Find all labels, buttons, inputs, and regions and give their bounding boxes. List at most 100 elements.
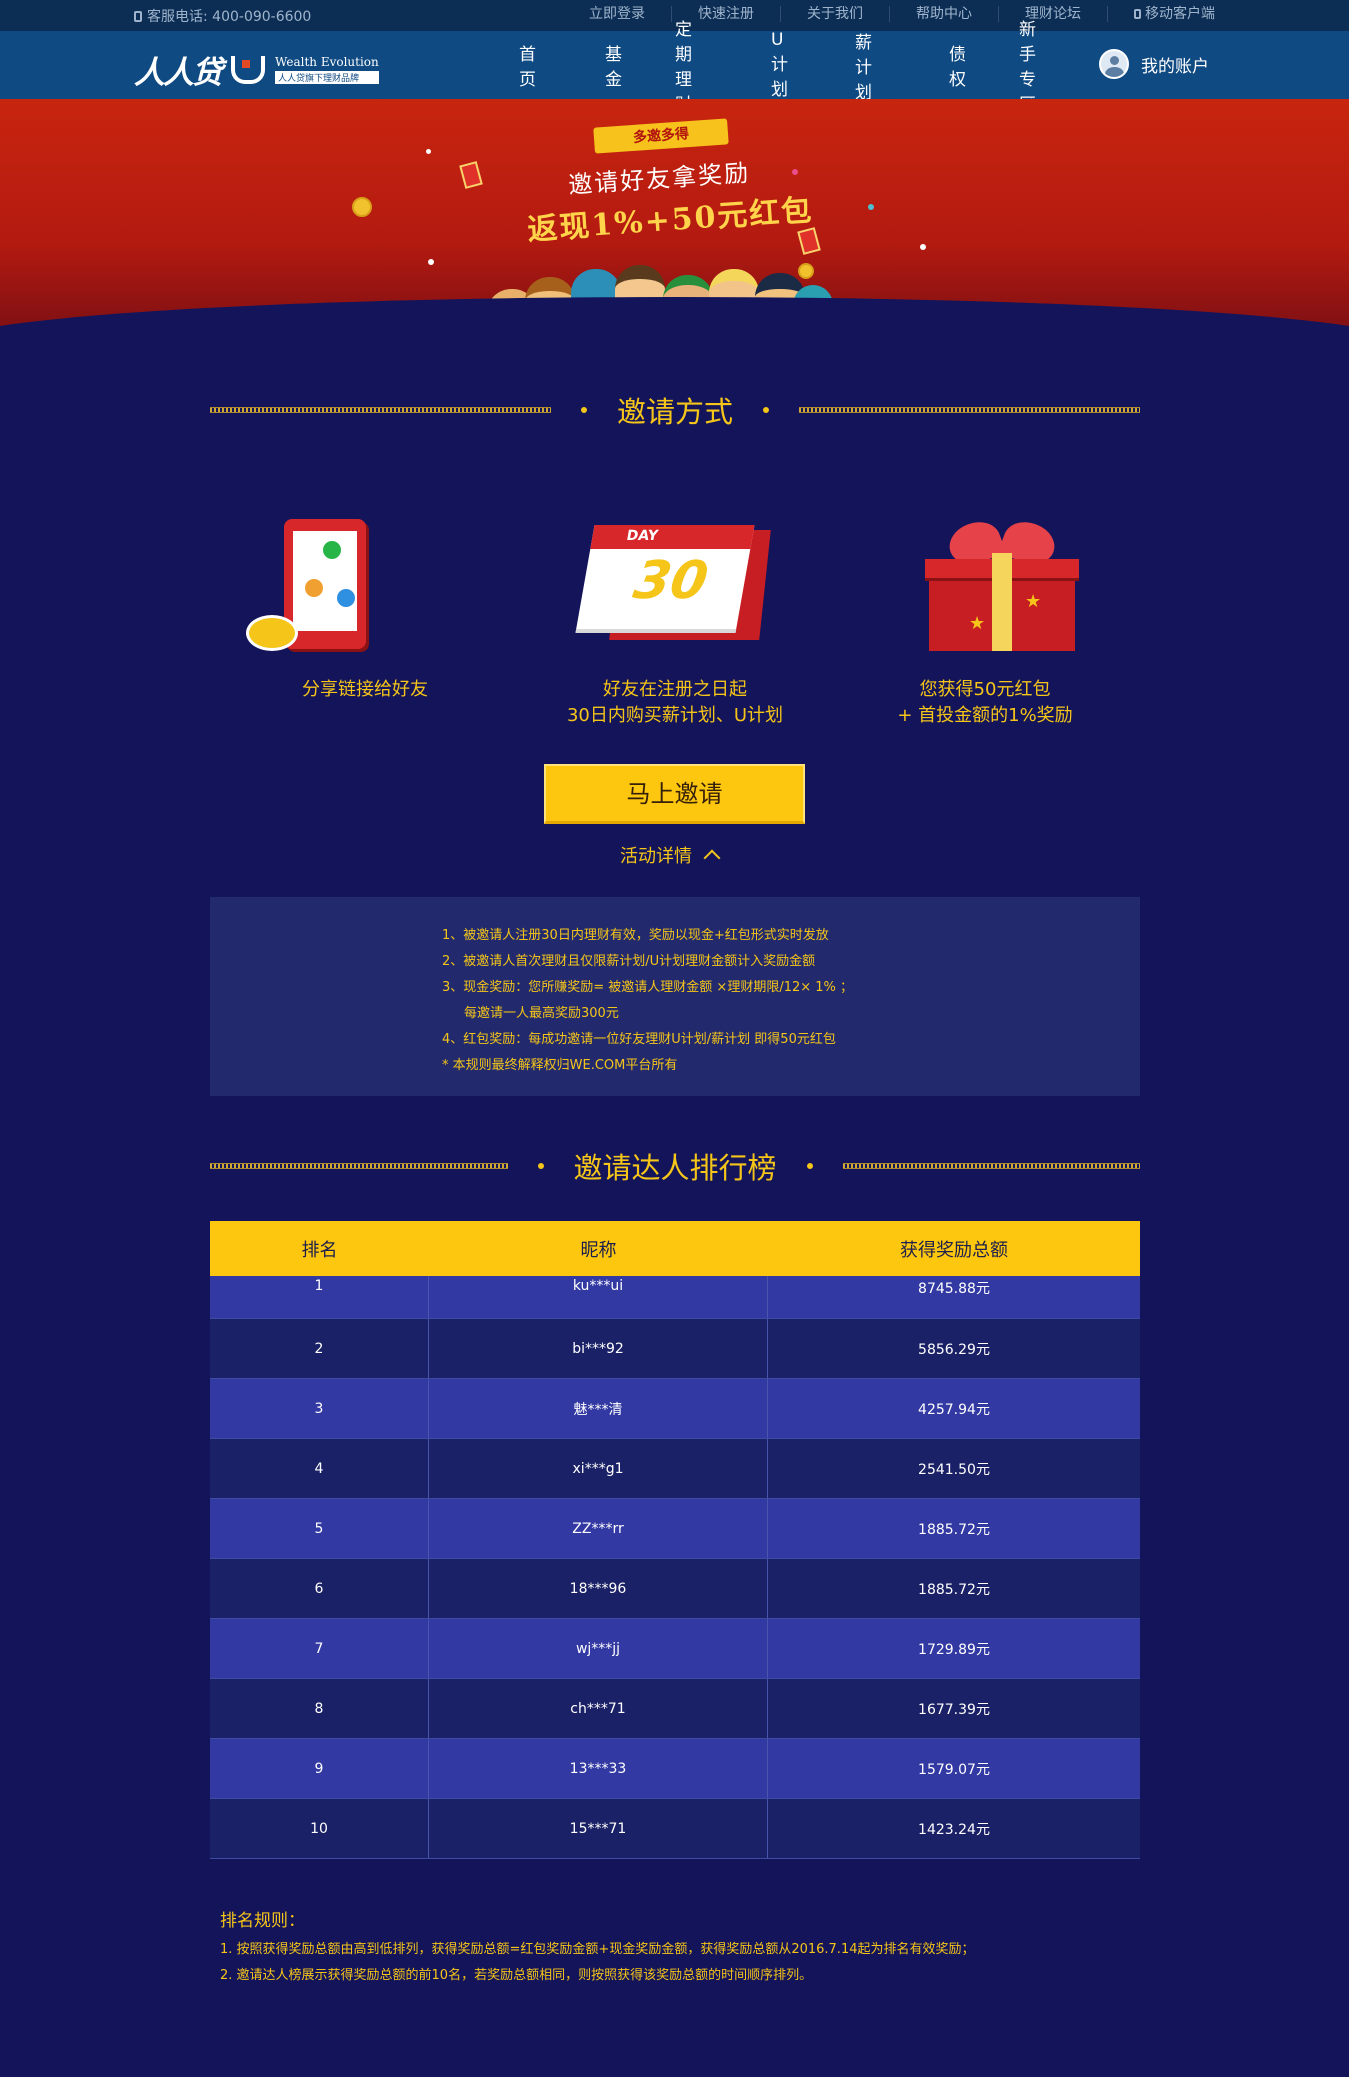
heading-bullet	[537, 1163, 544, 1169]
rank-cell: 7	[210, 1619, 429, 1678]
reward-cell: 1729.89元	[918, 1641, 990, 1658]
rule-line: * 本规则最终解释权归WE.COM平台所有	[442, 1058, 678, 1073]
help-link[interactable]: 帮助中心	[890, 6, 999, 22]
logo-en: Wealth Evolution	[275, 55, 379, 69]
promo-banner: 多邀多得 邀请好友拿奖励 返现1%+50元红包	[0, 99, 1349, 339]
reward-cell: 1423.24元	[918, 1821, 990, 1838]
rule-line: 4、红包奖励：每成功邀请一位好友理财U计划/薪计划 即得50元红包	[442, 1032, 836, 1047]
nickname-cell: ZZ***rr	[429, 1499, 768, 1558]
ranking-rule-line: 1. 按照获得奖励总额由高到低排列，获得奖励总额=红包奖励金额+现金奖励金额，获…	[220, 1942, 975, 1957]
about-link[interactable]: 关于我们	[781, 6, 890, 22]
nav-item-salary-plan[interactable]: 薪计划	[855, 28, 872, 103]
nickname-cell: ku***ui	[429, 1276, 768, 1318]
rank-cell: 1	[210, 1276, 429, 1318]
login-link[interactable]: 立即登录	[563, 6, 672, 22]
nav-item-debt[interactable]: 债权	[949, 40, 966, 90]
nav-item-home[interactable]: 首页	[519, 40, 536, 90]
table-row: 2 bi***92 5856.29元	[210, 1319, 1140, 1379]
nickname-cell: 魅***清	[429, 1379, 768, 1438]
calendar-header: DAY	[590, 525, 755, 549]
rank-cell: 3	[210, 1379, 429, 1438]
table-body: 1 ku***ui 8745.88元 2 bi***92 5856.29元 3 魅***清 42…	[210, 1276, 1140, 1859]
main-nav: 人人贷 Wealth Evolution 人人贷旗下理财品牌 首页 基金 定期理…	[0, 20, 1349, 115]
reward-cell: 1885.72元	[918, 1521, 990, 1538]
hotline-text: 客服电话: 400-090-6600	[147, 9, 312, 25]
reward-cell: 1885.72元	[918, 1581, 990, 1598]
banner-curve	[0, 297, 1349, 339]
account-label: 我的账户	[1141, 56, 1209, 77]
activity-rules-panel: 1、被邀请人注册30日内理财有效，奖励以现金+红包形式实时发放 2、被邀请人首次…	[210, 897, 1140, 1096]
calendar-page: DAY 30	[575, 525, 755, 633]
table-row: 8 ch***71 1677.39元	[210, 1679, 1140, 1739]
confetti-dot	[868, 204, 874, 210]
qq-icon	[337, 589, 355, 607]
step-caption-line: 分享链接给好友	[302, 679, 428, 700]
ranking-rule-line: 2. 邀请达人榜展示获得奖励总额的前10名，若奖励总额相同，则按照获得该奖励总额…	[220, 1968, 813, 1983]
gift-illustration: ★ ★	[925, 515, 1079, 651]
nav-item-fund[interactable]: 基金	[605, 40, 622, 90]
mobile-client-link[interactable]: 移动客户端	[1108, 6, 1215, 22]
rank-cell: 5	[210, 1499, 429, 1558]
calendar-icon: DAY 30	[520, 505, 830, 665]
reward-cell: 1677.39元	[918, 1701, 990, 1718]
wechat-icon	[323, 541, 341, 559]
activity-details-label: 活动详情	[620, 846, 692, 867]
phone-icon	[134, 10, 142, 22]
step-caption: 您获得50元红包 + 首投金额的1%奖励	[830, 677, 1140, 729]
table-row: 4 xi***g1 2541.50元	[210, 1439, 1140, 1499]
column-header-nickname: 昵称	[580, 1239, 617, 1261]
rank-cell: 2	[210, 1319, 429, 1378]
star-icon: ★	[969, 613, 986, 634]
coin-icon	[352, 197, 372, 217]
ranking-rules-title: 排名规则：	[220, 1911, 305, 1931]
logo-tagline: Wealth Evolution 人人贷旗下理财品牌	[275, 55, 379, 84]
activity-details-toggle[interactable]: 活动详情	[620, 842, 721, 868]
heading-rule	[210, 407, 551, 413]
table-row: 7 wj***jj 1729.89元	[210, 1619, 1140, 1679]
invite-now-button[interactable]: 马上邀请	[544, 764, 805, 824]
table-row: 1 ku***ui 8745.88元	[210, 1276, 1140, 1319]
rule-line: 1、被邀请人注册30日内理财有效，奖励以现金+红包形式实时发放	[442, 928, 829, 943]
column-header-reward-total: 获得奖励总额	[900, 1239, 1008, 1261]
table-row: 9 13***33 1579.07元	[210, 1739, 1140, 1799]
confetti-dot	[426, 149, 431, 154]
logo[interactable]: 人人贷 Wealth Evolution 人人贷旗下理财品牌	[134, 47, 379, 92]
reward-cell: 8745.88元	[918, 1281, 990, 1297]
rank-cell: 6	[210, 1559, 429, 1618]
confetti-dot	[920, 244, 926, 250]
table-row: 10 15***71 1423.24元	[210, 1799, 1140, 1859]
chevron-up-icon	[703, 849, 721, 867]
step-share: 分享链接给好友	[210, 505, 520, 703]
step-caption: 分享链接给好友	[210, 677, 520, 703]
reward-cell: 1579.07元	[918, 1761, 990, 1778]
reward-cell: 2541.50元	[918, 1461, 990, 1478]
rule-line: 3、现金奖励：您所赚奖励= 被邀请人理财金额 ×理财期限/12× 1% ；	[442, 980, 854, 995]
account-menu[interactable]: 我的账户	[1099, 49, 1209, 79]
hotline: 客服电话: 400-090-6600	[134, 6, 311, 26]
heading-bullet	[806, 1163, 813, 1169]
avatar	[1099, 49, 1129, 79]
chat-bubble-icon	[246, 615, 298, 651]
calendar-day-label: DAY	[625, 528, 660, 544]
leaderboard-table: 排名 昵称 获得奖励总额 1 ku***ui 8745.88元 2 bi***92 585…	[210, 1221, 1140, 1859]
table-row: 6 18***96 1885.72元	[210, 1559, 1140, 1619]
ranking-heading-text: 邀请达人排行榜	[573, 1151, 777, 1185]
step-caption-line: 好友在注册之日起	[603, 679, 747, 700]
invite-heading-text: 邀请方式	[617, 395, 734, 429]
calendar-illustration: DAY 30	[575, 525, 771, 645]
step-caption-line: + 首投金额的1%奖励	[897, 705, 1073, 726]
rule-line: 2、被邀请人首次理财且仅限薪计划/U计划理财金额计入奖励金额	[442, 954, 816, 969]
forum-link[interactable]: 理财论坛	[999, 6, 1108, 22]
top-links: 立即登录 快速注册 关于我们 帮助中心 理财论坛 移动客户端	[563, 6, 1215, 22]
rank-cell: 9	[210, 1739, 429, 1798]
nickname-cell: 15***71	[429, 1799, 768, 1858]
phone-share-icon	[210, 505, 520, 665]
mobile-icon	[1134, 9, 1141, 19]
heading-rule	[210, 1163, 508, 1169]
table-row: 5 ZZ***rr 1885.72元	[210, 1499, 1140, 1559]
step-caption: 好友在注册之日起 30日内购买薪计划、U计划	[520, 677, 830, 729]
nav-item-uplan[interactable]: U计划	[771, 30, 788, 100]
column-header-rank: 排名	[301, 1239, 338, 1261]
reward-cell: 5856.29元	[918, 1341, 990, 1358]
step-reward: ★ ★ 您获得50元红包 + 首投金额的1%奖励	[830, 505, 1140, 729]
